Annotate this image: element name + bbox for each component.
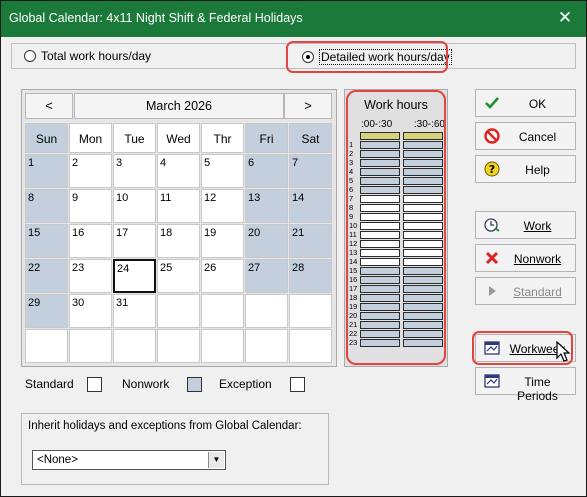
day-cell[interactable]: 26 (201, 259, 244, 293)
weekday-header[interactable]: Tue (113, 123, 156, 153)
cancel-label: Cancel (518, 130, 557, 144)
mouse-cursor-icon (556, 341, 571, 362)
day-cell[interactable]: 20 (245, 224, 288, 258)
day-cell[interactable]: 12 (201, 189, 244, 223)
close-icon[interactable]: ✕ (550, 5, 580, 31)
calendar-periods-icon (484, 374, 500, 388)
empty-day-cell (69, 329, 112, 363)
standard-label: Standard (513, 285, 562, 299)
day-cell[interactable]: 11 (157, 189, 200, 223)
weekday-header[interactable]: Thr (201, 123, 244, 153)
day-cell[interactable]: 3 (113, 154, 156, 188)
red-x-icon (485, 251, 499, 265)
empty-day-cell (289, 329, 332, 363)
empty-day-cell (201, 294, 244, 328)
help-icon: ? (484, 161, 500, 177)
nonwork-label: Nonwork (513, 252, 562, 266)
legend-standard-label: Standard (25, 377, 74, 391)
inherit-dropdown[interactable]: <None> ▼ (32, 450, 226, 470)
day-cell[interactable]: 14 (289, 189, 332, 223)
day-cell[interactable]: 19 (201, 224, 244, 258)
weekday-header[interactable]: Wed (157, 123, 200, 153)
empty-day-cell (25, 329, 68, 363)
nonwork-button[interactable]: Nonwork (475, 244, 576, 272)
month-calendar: < March 2026 > Sun Mon Tue Wed Thr Fri Sat 1 2 3 4… (21, 89, 337, 367)
inherit-group: Inherit holidays and exceptions from Glo… (21, 413, 329, 485)
clock-icon (484, 218, 500, 232)
total-hours-radio[interactable]: Total work hours/day (24, 49, 151, 63)
day-cell[interactable]: 25 (157, 259, 200, 293)
day-cell[interactable]: 10 (113, 189, 156, 223)
title-bar: Global Calendar: 4x11 Night Shift & Fede… (1, 1, 586, 37)
work-button[interactable]: Work (475, 211, 576, 239)
weekday-header[interactable]: Sat (289, 123, 332, 153)
day-cell[interactable]: 2 (69, 154, 112, 188)
no-entry-icon (484, 128, 500, 144)
window-title: Global Calendar: 4x11 Night Shift & Fede… (9, 11, 303, 25)
time-periods-button[interactable]: Time Periods (475, 367, 576, 403)
ok-label: OK (528, 97, 547, 111)
day-cell[interactable]: 22 (25, 259, 68, 293)
legend-nonwork-label: Nonwork (122, 377, 170, 391)
day-cell[interactable]: 4 (157, 154, 200, 188)
day-cell[interactable]: 29 (25, 294, 68, 328)
day-cell[interactable]: 13 (245, 189, 288, 223)
legend-exception-swatch (290, 377, 305, 392)
weekday-header[interactable]: Fri (245, 123, 288, 153)
empty-day-cell (245, 294, 288, 328)
legend-standard-swatch (87, 377, 102, 392)
radio-icon (24, 50, 36, 62)
next-month-button[interactable]: > (284, 93, 332, 119)
month-bar: < March 2026 > (22, 90, 336, 120)
chevron-down-icon[interactable]: ▼ (208, 452, 224, 468)
svg-text:?: ? (489, 163, 495, 176)
ok-button[interactable]: OK (475, 89, 576, 117)
day-cell[interactable]: 5 (201, 154, 244, 188)
day-cell[interactable]: 18 (157, 224, 200, 258)
empty-day-cell (289, 294, 332, 328)
month-title: March 2026 (74, 93, 284, 119)
help-label: Help (525, 163, 550, 177)
day-cell[interactable]: 7 (289, 154, 332, 188)
empty-day-cell (245, 329, 288, 363)
empty-day-cell (113, 329, 156, 363)
cancel-button[interactable]: Cancel (475, 122, 576, 150)
legend-exception-label: Exception (219, 377, 272, 391)
day-cell[interactable]: 23 (69, 259, 112, 293)
day-cell[interactable]: 8 (25, 189, 68, 223)
legend-nonwork-swatch (187, 377, 202, 392)
day-cell[interactable]: 28 (289, 259, 332, 293)
day-cell[interactable]: 1 (25, 154, 68, 188)
empty-day-cell (157, 329, 200, 363)
time-periods-label: Time Periods (517, 375, 558, 403)
highlight-work-hours (346, 90, 446, 365)
highlight-detailed (286, 41, 448, 73)
total-hours-label: Total work hours/day (41, 49, 152, 63)
day-cell[interactable]: 27 (245, 259, 288, 293)
play-icon (489, 286, 496, 296)
weekday-header[interactable]: Sun (25, 123, 68, 153)
help-button[interactable]: ? Help (475, 155, 576, 183)
inherit-label: Inherit holidays and exceptions from Glo… (28, 420, 302, 432)
day-cell[interactable]: 30 (69, 294, 112, 328)
inherit-value: <None> (37, 454, 78, 466)
day-cell[interactable]: 21 (289, 224, 332, 258)
weekday-header[interactable]: Mon (69, 123, 112, 153)
day-cell[interactable]: 6 (245, 154, 288, 188)
day-cell[interactable]: 16 (69, 224, 112, 258)
prev-month-button[interactable]: < (25, 93, 73, 119)
day-cell[interactable]: 15 (25, 224, 68, 258)
empty-day-cell (157, 294, 200, 328)
work-label: Work (523, 219, 552, 233)
calendar-dialog: Global Calendar: 4x11 Night Shift & Fede… (0, 0, 587, 497)
day-cell[interactable]: 9 (69, 189, 112, 223)
standard-button[interactable]: Standard (475, 277, 576, 305)
day-cell[interactable]: 24 (113, 259, 156, 293)
day-cell[interactable]: 31 (113, 294, 156, 328)
day-cell[interactable]: 17 (113, 224, 156, 258)
checkmark-icon (485, 97, 499, 109)
empty-day-cell (201, 329, 244, 363)
